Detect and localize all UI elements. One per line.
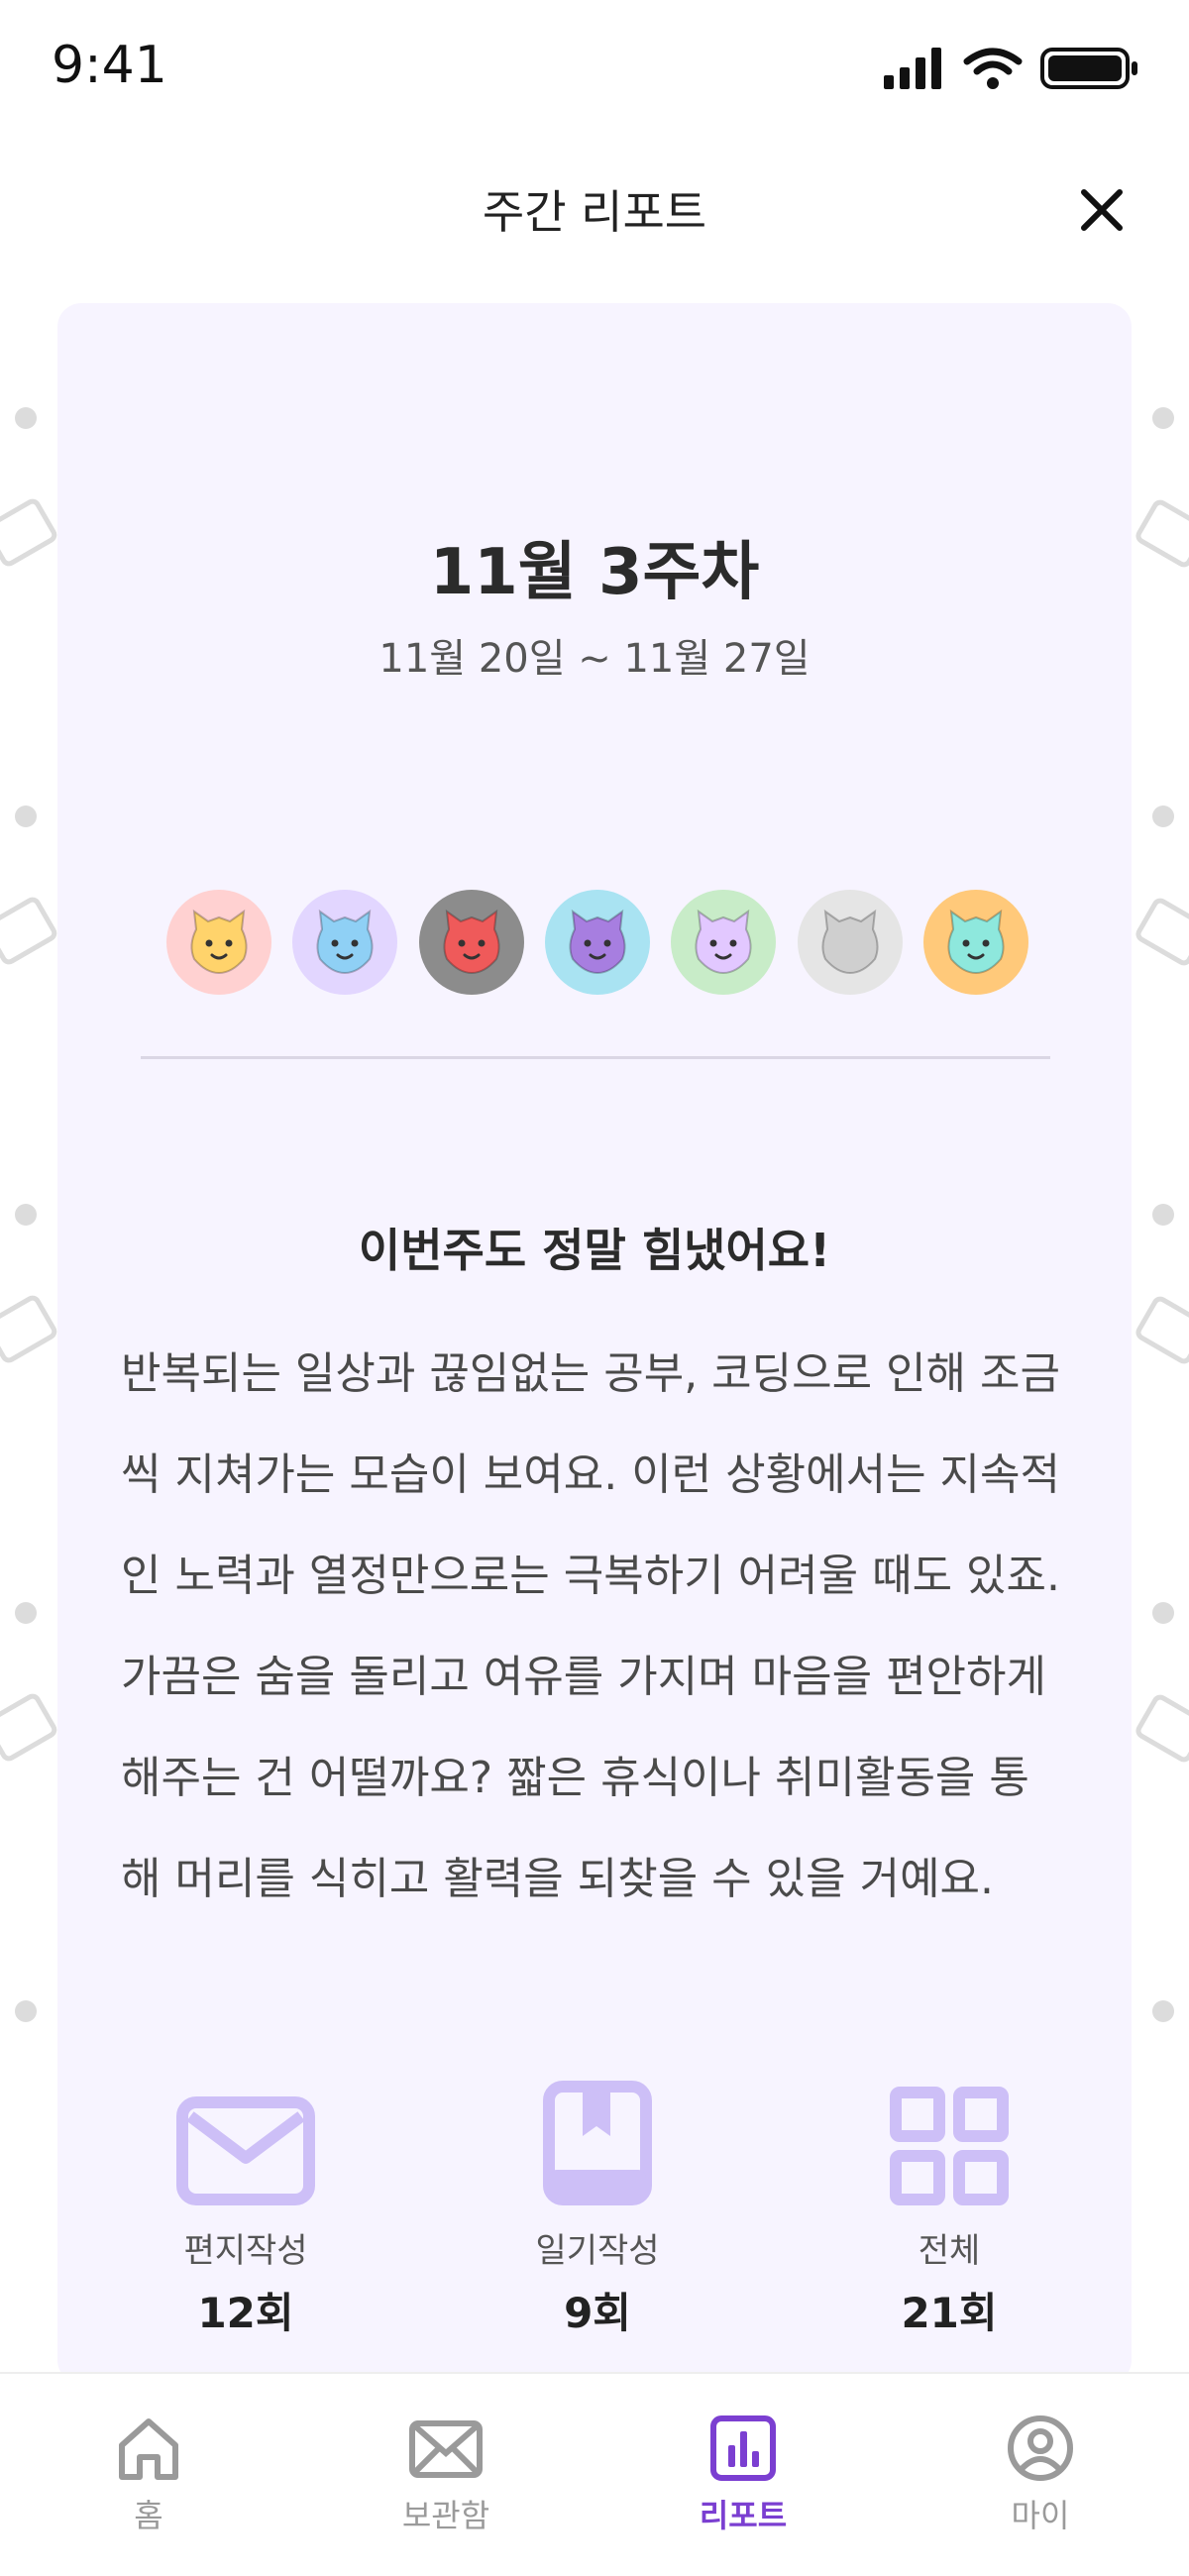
tab-home[interactable]: 홈 (0, 2374, 297, 2576)
battery-icon (1040, 48, 1137, 89)
message-line: 반복되는 일상과 끊임없는 공부, 코딩으로 인해 조금 (121, 1348, 1060, 1399)
stat-diaries: 일기작성 9회 (449, 2081, 746, 2384)
message-line: 해주는 건 어떨까요? 짧은 휴식이나 취미활동을 통 (121, 1753, 1029, 1803)
emotion-surprised (544, 890, 650, 995)
tab-bar: 홈 보관함 리포트 마이 (0, 2372, 1189, 2576)
divider (141, 1056, 1050, 1059)
week-title: 11월 3주차 (429, 536, 760, 609)
side-decoration-left (0, 407, 57, 2022)
confused-face-icon (671, 890, 777, 995)
page-title: 주간 리포트 (482, 185, 707, 239)
wifi-icon (963, 48, 1023, 89)
home-icon (119, 2418, 178, 2480)
close-icon (1081, 189, 1123, 231)
emotion-happy (166, 890, 271, 995)
stat-letters: 편지작성 12회 (97, 2096, 394, 2384)
book-icon (543, 2081, 652, 2205)
message-title: 이번주도 정말 힘냈어요! (358, 1224, 831, 1277)
stats-row: 편지작성 12회 일기작성 9회 전체 21회 (97, 2081, 1098, 2384)
emotion-empty (797, 890, 903, 995)
report-card: 11월 3주차 11월 20일 ~ 11월 27일 이번주도 정말 힘냈어요! … (57, 303, 1132, 2384)
stat-label: 편지작성 (183, 2231, 308, 2271)
sad-face-icon (292, 890, 398, 995)
message-line: 가끔은 숨을 돌리고 여유를 가지며 마음을 편안하게 (121, 1652, 1046, 1702)
message-line: 해 머리를 식히고 활력을 되찾을 수 있을 거예요. (121, 1854, 995, 1904)
stat-label: 전체 (918, 2231, 981, 2271)
emotion-sad (292, 890, 398, 995)
status-icons (884, 48, 1137, 89)
profile-icon (1008, 2415, 1073, 2481)
tab-label: 리포트 (699, 2497, 788, 2534)
emotion-calm (922, 890, 1028, 995)
mailbox-icon (409, 2420, 483, 2478)
tab-mailbox[interactable]: 보관함 (297, 2374, 594, 2576)
status-bar: 9:41 (0, 0, 1189, 139)
stat-count: 21회 (901, 2289, 998, 2337)
stat-label: 일기작성 (535, 2231, 660, 2271)
tab-label: 보관함 (401, 2497, 490, 2534)
grid-icon (890, 2087, 1009, 2205)
tab-label: 홈 (134, 2497, 163, 2534)
message-line: 인 노력과 열정만으로는 극복하기 어려울 때도 있죠. (121, 1551, 1060, 1601)
message-body: 반복되는 일상과 끊임없는 공부, 코딩으로 인해 조금 씩 지쳐가는 모습이 … (121, 1324, 1072, 1930)
signal-icon (884, 48, 941, 89)
empty-face-icon (797, 890, 903, 995)
stat-total: 전체 21회 (801, 2087, 1098, 2384)
emotion-confused (671, 890, 777, 995)
stat-count: 9회 (564, 2289, 631, 2337)
message-line: 씩 지쳐가는 모습이 보여요. 이런 상황에서는 지속적 (121, 1449, 1060, 1500)
side-decoration-right (1135, 407, 1189, 2022)
envelope-icon (176, 2096, 315, 2205)
stat-count: 12회 (197, 2289, 294, 2337)
tab-label: 마이 (1011, 2497, 1070, 2534)
date-range: 11월 20일 ~ 11월 27일 (378, 636, 811, 682)
tab-my[interactable]: 마이 (892, 2374, 1189, 2576)
angry-face-icon (418, 890, 524, 995)
close-button[interactable] (1072, 180, 1132, 240)
tab-report[interactable]: 리포트 (594, 2374, 892, 2576)
emotion-list (166, 890, 1028, 999)
emotion-angry (418, 890, 524, 995)
surprised-face-icon (544, 890, 650, 995)
calm-face-icon (922, 890, 1028, 995)
status-time: 9:41 (52, 36, 167, 95)
report-icon (710, 2415, 776, 2481)
happy-face-icon (166, 890, 271, 995)
